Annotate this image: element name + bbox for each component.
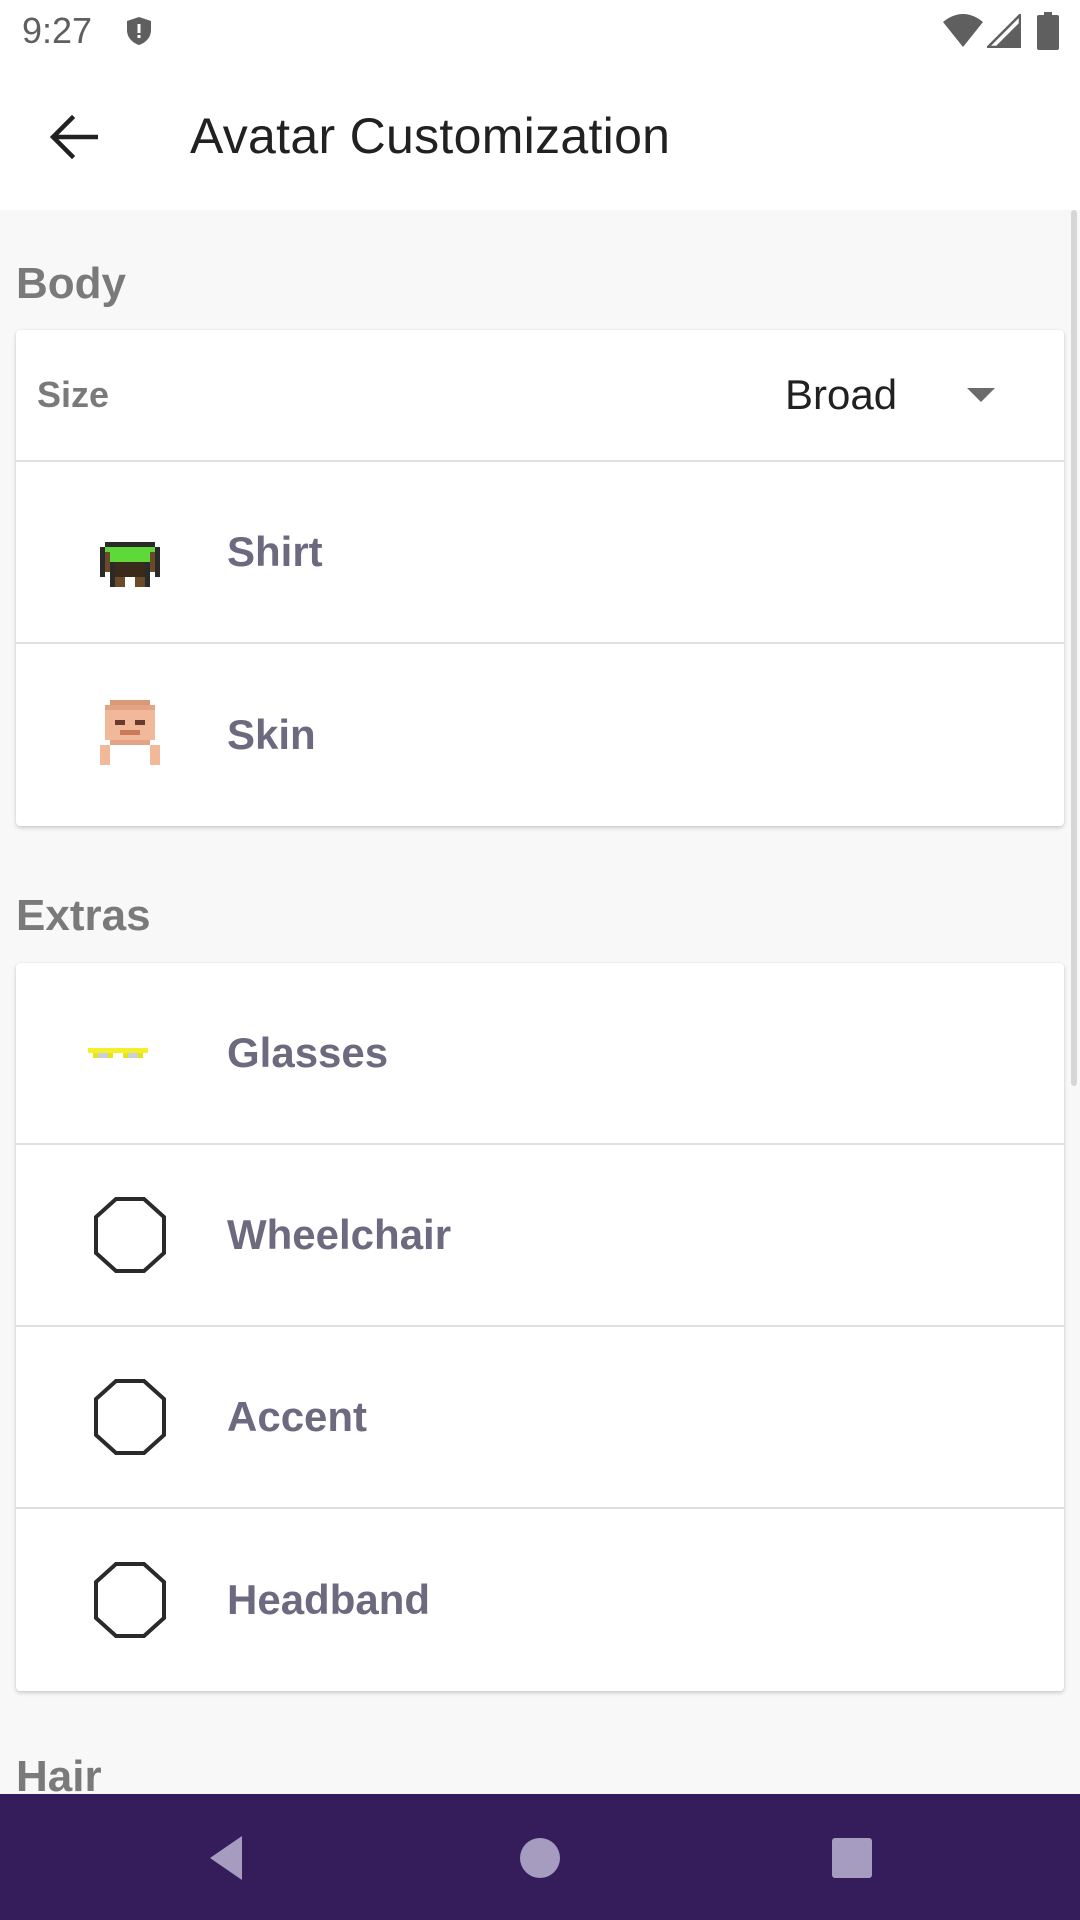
- nav-home-icon[interactable]: [512, 1830, 568, 1886]
- list-item-glasses[interactable]: Glasses: [16, 963, 1064, 1145]
- page-title: Avatar Customization: [190, 108, 671, 164]
- list-item-label: Glasses: [227, 1029, 389, 1076]
- list-item-label: Wheelchair: [227, 1211, 452, 1258]
- list-item-shirt[interactable]: Shirt: [16, 462, 1064, 644]
- list-item-label: Skin: [227, 711, 316, 758]
- headband-icon: [94, 1562, 166, 1638]
- list-item-label: Shirt: [227, 528, 323, 575]
- list-item-skin[interactable]: Skin: [16, 644, 1064, 826]
- list-item-headband[interactable]: Headband: [16, 1509, 1064, 1691]
- nav-back-icon[interactable]: [200, 1830, 256, 1886]
- list-item-label: Headband: [227, 1576, 431, 1623]
- section-header-body: Body: [16, 259, 126, 308]
- size-dropdown[interactable]: Size Broad: [16, 330, 1064, 462]
- status-time: 9:27: [22, 10, 93, 51]
- extras-card: Glasses Wheelchair Accent Headband: [16, 963, 1064, 1691]
- caret-down-icon: [967, 388, 995, 402]
- size-label: Size: [37, 374, 110, 415]
- section-header-extras: Extras: [16, 891, 151, 940]
- scrollbar[interactable]: [1071, 210, 1077, 1086]
- body-card: Size Broad Shirt Skin: [16, 330, 1064, 826]
- wifi-icon: [943, 14, 983, 47]
- glasses-icon: [88, 1048, 148, 1058]
- size-value: Broad: [785, 371, 898, 418]
- back-button[interactable]: [36, 105, 112, 169]
- list-item-accent[interactable]: Accent: [16, 1327, 1064, 1509]
- shirt-icon: [100, 542, 160, 587]
- skin-icon: [100, 700, 160, 765]
- list-item-wheelchair[interactable]: Wheelchair: [16, 1145, 1064, 1327]
- shield-icon: [127, 17, 151, 45]
- accent-icon: [94, 1379, 166, 1455]
- nav-recents-icon[interactable]: [824, 1830, 880, 1886]
- system-nav-bar: [0, 1794, 1080, 1920]
- signal-icon: [987, 14, 1021, 48]
- list-item-label: Accent: [227, 1393, 368, 1440]
- wheelchair-icon: [94, 1197, 166, 1273]
- battery-icon: [1037, 12, 1059, 50]
- status-bar: 9:27: [0, 0, 1080, 63]
- app-bar: Avatar Customization: [0, 63, 1080, 210]
- arrow-left-icon: [50, 115, 98, 159]
